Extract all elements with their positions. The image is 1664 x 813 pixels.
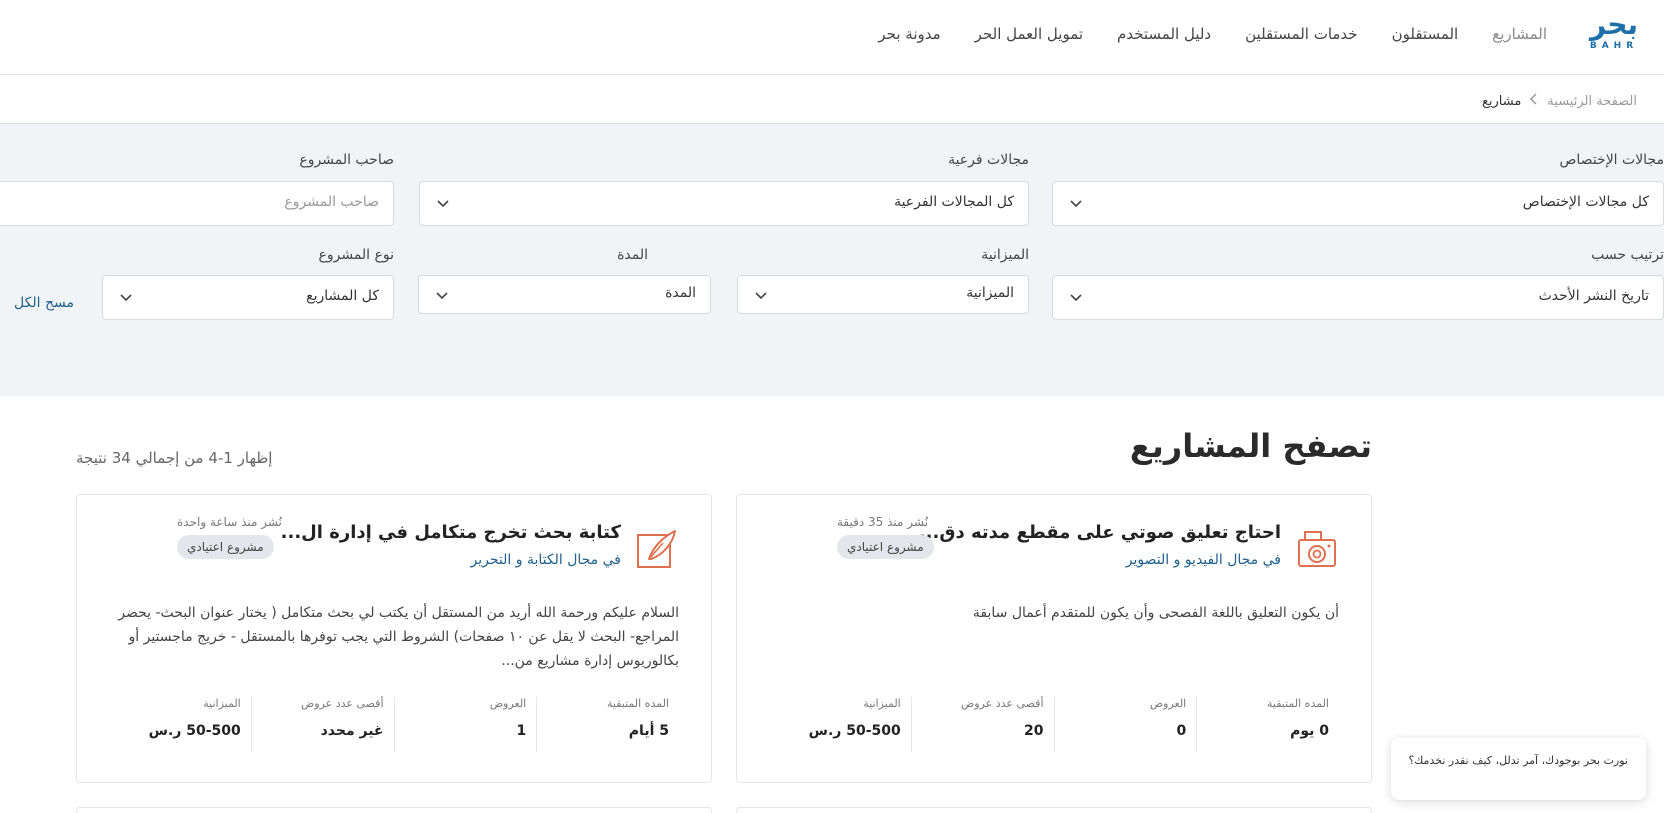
- budget-label: الميزانية: [981, 247, 1029, 263]
- chevron-down-icon: [755, 292, 767, 300]
- sort-label: ترتيب حسب: [1591, 247, 1664, 263]
- breadcrumb-home[interactable]: الصفحة الرئيسية: [1547, 94, 1637, 109]
- nav-user-guide[interactable]: دليل المستخدم: [1100, 22, 1228, 46]
- subfields-label: مجالات فرعية: [948, 152, 1029, 168]
- bahr-logo[interactable]: بحر BAHR: [1584, 10, 1644, 55]
- project-stats: المده المتبقية 0 يوم العروض 0 أقصى عدد ع…: [769, 697, 1339, 752]
- posted-time: نُشر منذ 35 دقيقة: [837, 515, 928, 529]
- project-card-peek[interactable]: [736, 807, 1372, 813]
- chevron-down-icon: [1070, 294, 1082, 302]
- chevron-down-icon: [120, 294, 132, 302]
- stat-remaining: المده المتبقية 5 أيام: [536, 697, 679, 752]
- camera-icon: [1298, 531, 1336, 567]
- breadcrumb-current: مشاريع: [1481, 93, 1522, 109]
- stat-value: 1: [516, 723, 527, 739]
- stat-label: المده المتبقية: [1267, 697, 1329, 710]
- stat-value: 5 أيام: [628, 723, 669, 739]
- stat-max-offers: أقصى عدد عروض غير محدد: [250, 697, 394, 752]
- specialization-select[interactable]: كل مجالات الإختصاص: [1052, 181, 1664, 226]
- duration-value: المدة: [665, 285, 696, 301]
- project-type-label: نوع المشروع: [318, 247, 394, 263]
- project-card[interactable]: احتاج تعليق صوتي على مقطع مدته دق... في …: [736, 494, 1372, 783]
- status-badge: مشروع اعتيادي: [837, 535, 934, 559]
- nav-freelancers[interactable]: المستقلون: [1375, 22, 1476, 46]
- stat-label: المده المتبقية: [607, 697, 669, 710]
- stat-value: 0 يوم: [1290, 723, 1329, 739]
- result-count: إظهار 1-4 من إجمالي 34 نتيجة: [76, 449, 273, 467]
- chat-popup[interactable]: نورت بحر بوجودك، آمر تدلل، كيف نقدر نخدم…: [1391, 738, 1646, 800]
- stat-label: العروض: [1149, 697, 1187, 710]
- stat-label: الميزانية: [203, 697, 241, 710]
- stat-label: العروض: [489, 697, 527, 710]
- project-description: أن يكون التعليق باللغة الفصحى وأن يكون ل…: [972, 605, 1339, 621]
- project-category[interactable]: في مجال الفيديو و التصوير: [1126, 552, 1281, 568]
- main-nav: المشاريع المستقلون خدمات المستقلين دليل …: [861, 22, 1564, 46]
- clear-all-button[interactable]: مسح الكل: [14, 295, 74, 311]
- project-card[interactable]: كتابة بحث تخرج متكامل في إدارة ال... في …: [76, 494, 712, 783]
- subfields-select[interactable]: كل المجالات الفرعية: [419, 181, 1029, 226]
- filters-panel: مجالات الإختصاص مجالات فرعية صاحب المشرو…: [0, 123, 1664, 396]
- stat-value: غير محدد: [320, 723, 384, 739]
- owner-label: صاحب المشروع: [299, 152, 394, 168]
- chevron-left-icon: [1529, 93, 1539, 109]
- nav-freelance-funding[interactable]: تمويل العمل الحر: [958, 22, 1100, 46]
- chevron-down-icon: [1070, 200, 1082, 208]
- duration-select[interactable]: المدة: [418, 275, 711, 314]
- project-description: السلام عليكم ورحمة الله أريد من المستقل …: [118, 605, 679, 669]
- specialization-value: كل مجالات الإختصاص: [1522, 194, 1649, 210]
- logo-arabic: بحر: [1589, 8, 1639, 41]
- subfields-value: كل المجالات الفرعية: [894, 194, 1014, 210]
- logo-english: BAHR: [1589, 41, 1639, 51]
- stat-max-offers: أقصى عدد عروض 20: [910, 697, 1054, 752]
- project-title[interactable]: كتابة بحث تخرج متكامل في إدارة ال...: [281, 522, 621, 543]
- project-category[interactable]: في مجال الكتابة و التحرير: [471, 552, 621, 568]
- budget-value: الميزانية: [966, 285, 1014, 301]
- project-type-select[interactable]: كل المشاريع: [102, 275, 394, 320]
- nav-projects[interactable]: المشاريع: [1475, 22, 1564, 46]
- stat-offers: العروض 1: [393, 697, 537, 752]
- stat-value: 50-500 ر.س: [148, 723, 241, 739]
- chevron-down-icon: [436, 292, 448, 300]
- duration-label: المدة: [617, 247, 648, 263]
- owner-input[interactable]: صاحب المشروع: [0, 181, 394, 226]
- stat-value: 20: [1024, 723, 1044, 739]
- stat-budget: الميزانية 50-500 ر.س: [769, 697, 911, 752]
- breadcrumb: الصفحة الرئيسية مشاريع: [1482, 93, 1637, 109]
- stat-value: 0: [1176, 723, 1187, 739]
- stat-label: أقصى عدد عروض: [961, 697, 1044, 710]
- project-title[interactable]: احتاج تعليق صوتي على مقطع مدته دق...: [919, 522, 1281, 543]
- project-stats: المده المتبقية 5 أيام العروض 1 أقصى عدد …: [109, 697, 679, 752]
- status-badge: مشروع اعتيادي: [177, 535, 274, 559]
- stat-budget: الميزانية 50-500 ر.س: [109, 697, 251, 752]
- nav-blog[interactable]: مدونة بحر: [861, 22, 957, 46]
- owner-placeholder: صاحب المشروع: [284, 194, 379, 210]
- sort-select[interactable]: تاريخ النشر الأحدث: [1052, 275, 1664, 320]
- stat-label: الميزانية: [863, 697, 901, 710]
- stat-offers: العروض 0: [1053, 697, 1197, 752]
- page-title: تصفح المشاريع: [1129, 427, 1372, 465]
- nav-freelancer-services[interactable]: خدمات المستقلين: [1228, 22, 1374, 46]
- stat-value: 50-500 ر.س: [808, 723, 901, 739]
- stat-label: أقصى عدد عروض: [301, 697, 384, 710]
- chat-message: نورت بحر بوجودك، آمر تدلل، كيف نقدر نخدم…: [1408, 754, 1628, 767]
- budget-select[interactable]: الميزانية: [737, 275, 1029, 314]
- quill-pen-icon: [637, 530, 676, 568]
- sort-value: تاريخ النشر الأحدث: [1538, 288, 1649, 304]
- posted-time: نُشر منذ ساعة واحدة: [177, 515, 282, 529]
- stat-remaining: المده المتبقية 0 يوم: [1196, 697, 1339, 752]
- chevron-down-icon: [437, 200, 449, 208]
- project-card-peek[interactable]: [76, 807, 712, 813]
- project-type-value: كل المشاريع: [306, 288, 379, 304]
- top-header: بحر BAHR المشاريع المستقلون خدمات المستق…: [0, 0, 1664, 75]
